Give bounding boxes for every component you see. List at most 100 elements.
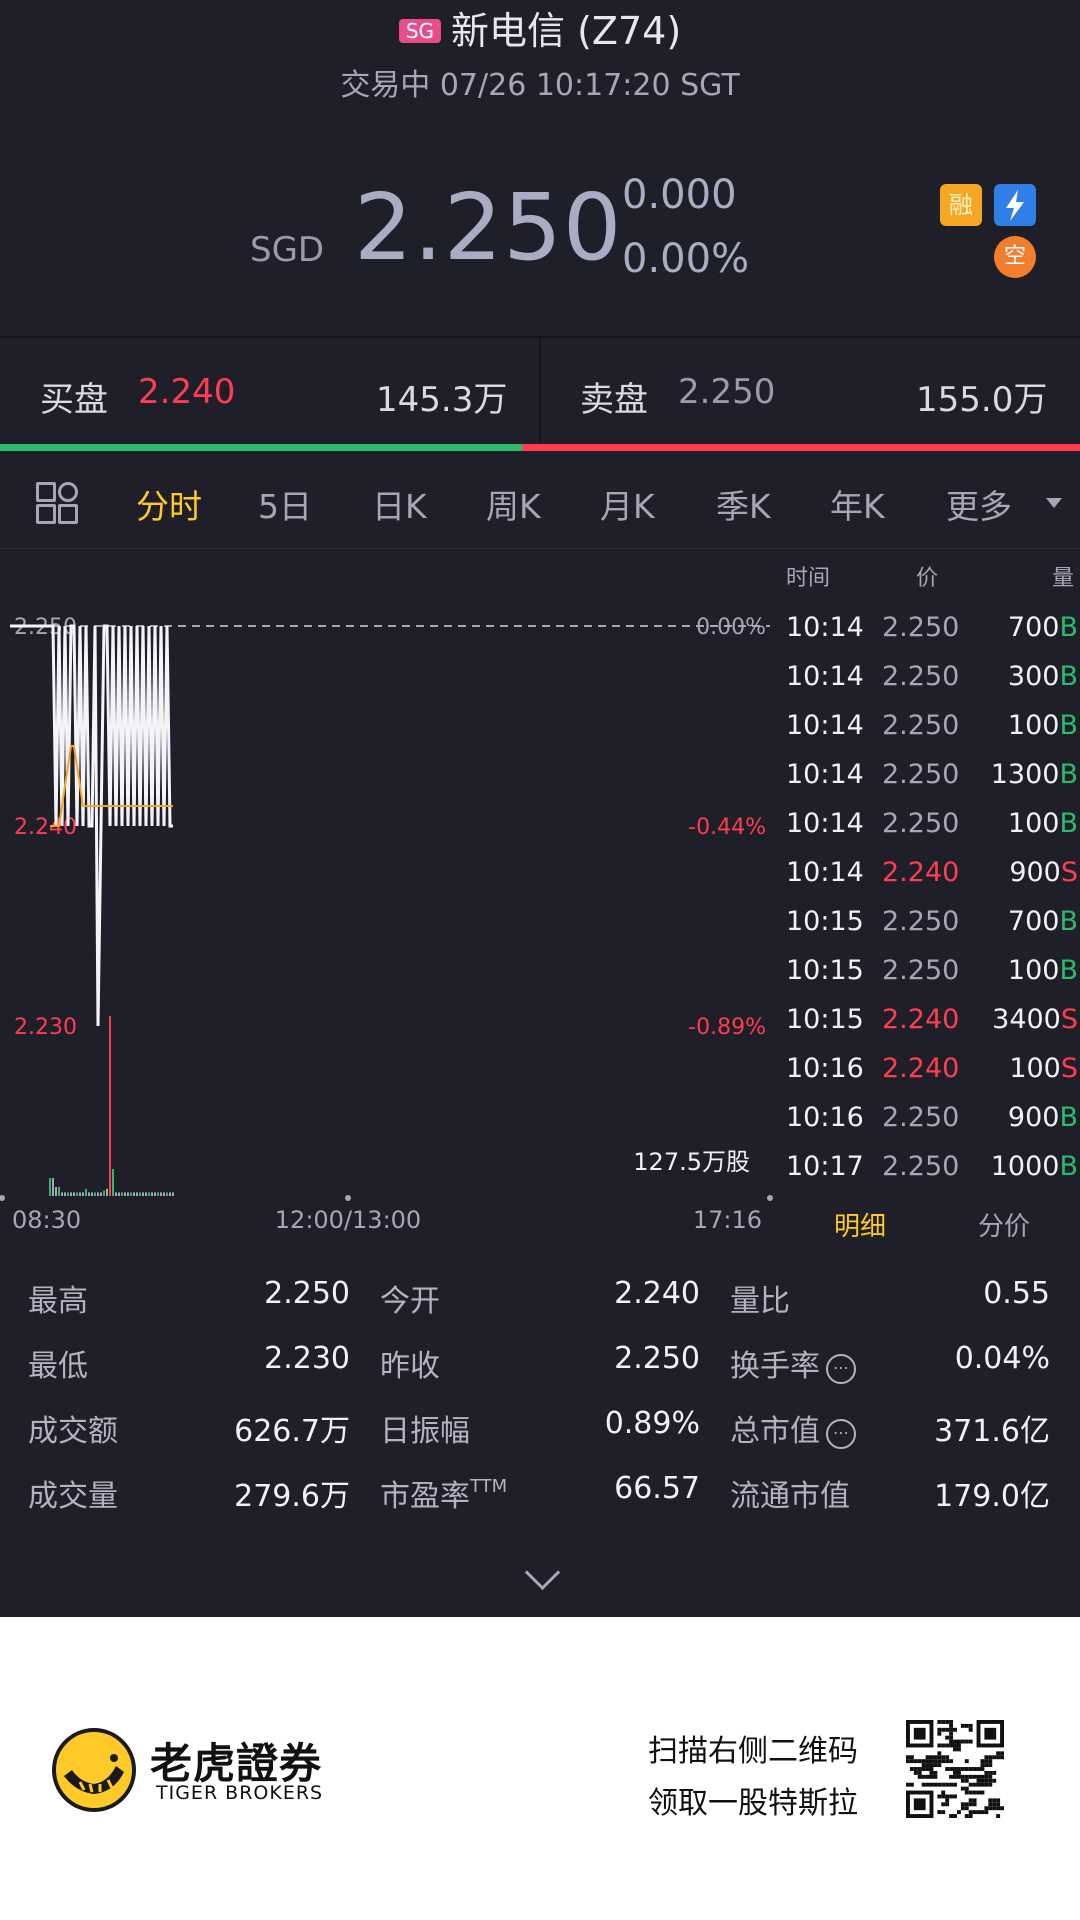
volume-bar: [151, 1192, 153, 1196]
trade-price: 2.240: [882, 857, 960, 888]
qr-module: [984, 1778, 989, 1783]
trade-volume-value: 100: [1007, 710, 1060, 741]
qr-module: [949, 1743, 954, 1748]
stat-label: 流通市值: [730, 1471, 850, 1515]
volume-bar: [160, 1192, 162, 1196]
qr-module: [996, 1755, 1001, 1760]
qr-module: [972, 1767, 977, 1771]
chart-period-tabs: 分时 5日 日K 周K 月K 季K 年K 更多: [0, 452, 1080, 549]
qr-module: [937, 1810, 942, 1815]
tab-yearly-k[interactable]: 年K: [830, 480, 885, 528]
volume-bar: [61, 1192, 63, 1196]
qr-module: [960, 1774, 965, 1779]
dropdown-arrow-icon[interactable]: [1046, 498, 1062, 508]
trade-volume-value: 3400: [992, 1004, 1061, 1035]
stat-value: 179.0亿: [934, 1479, 1050, 1514]
tab-5day[interactable]: 5日: [258, 480, 312, 528]
qr-module: [949, 1727, 954, 1732]
qr-module: [976, 1774, 981, 1779]
expand-chevron-icon[interactable]: [524, 1554, 561, 1591]
grid-icon[interactable]: [36, 482, 78, 524]
volume-bar: [142, 1192, 144, 1196]
trade-time: 10:16: [786, 1102, 864, 1133]
qr-module: [980, 1790, 985, 1795]
x-tick-label: 08:30: [12, 1206, 81, 1234]
qr-module: [937, 1759, 942, 1764]
tab-more[interactable]: 更多: [946, 480, 1012, 528]
trade-side: B: [1059, 906, 1078, 937]
qr-module: [968, 1727, 973, 1732]
flash-icon[interactable]: [994, 184, 1036, 226]
volume-bar: [88, 1192, 90, 1196]
x-axis-marker: [345, 1195, 351, 1201]
trade-volume: 700B: [1008, 612, 1078, 643]
qr-module: [968, 1723, 973, 1728]
info-icon[interactable]: ⋯: [826, 1354, 856, 1384]
info-icon[interactable]: ⋯: [826, 1419, 856, 1449]
ask-price: 2.250: [678, 372, 776, 412]
tab-daily-k[interactable]: 日K: [372, 480, 427, 528]
qr-module: [984, 1770, 989, 1775]
volume-total-label: 127.5万股: [633, 1148, 750, 1176]
stat-label-text: 换手率: [730, 1349, 820, 1384]
qr-module: [945, 1759, 950, 1764]
tab-intraday[interactable]: 分时: [136, 480, 202, 528]
qr-module: [960, 1806, 965, 1811]
trade-side: B: [1059, 808, 1078, 839]
trade-volume-value: 100: [1007, 808, 1060, 839]
trade-time: 10:15: [786, 955, 864, 986]
qr-module: [909, 1759, 914, 1764]
trade-volume: 900S: [1009, 857, 1078, 888]
qr-module: [949, 1767, 954, 1771]
stat-label: 昨收: [380, 1341, 440, 1385]
qr-module: [921, 1767, 926, 1771]
stat-value: 2.250: [264, 1276, 350, 1311]
stat-value: 66.57: [614, 1471, 700, 1506]
stat-label: 日振幅: [380, 1406, 470, 1450]
trade-side: B: [1059, 759, 1078, 790]
qr-module: [953, 1774, 957, 1779]
qr-module: [976, 1810, 981, 1815]
trade-time: 10:14: [786, 857, 864, 888]
qr-module: [933, 1770, 938, 1775]
short-icon[interactable]: 空: [994, 236, 1036, 278]
tab-weekly-k[interactable]: 周K: [486, 480, 541, 528]
qr-module: [929, 1782, 934, 1787]
margin-icon[interactable]: 融: [940, 184, 982, 226]
qr-module: [937, 1751, 942, 1756]
volume-bar: [52, 1178, 54, 1196]
tab-quarterly-k[interactable]: 季K: [716, 480, 771, 528]
qr-module: [937, 1782, 942, 1787]
trade-volume-value: 1300: [990, 759, 1060, 790]
trade-price: 2.250: [882, 612, 960, 643]
divider: [539, 338, 541, 442]
qr-module: [949, 1731, 954, 1736]
qr-module: [996, 1751, 1001, 1756]
qr-code[interactable]: [906, 1720, 1004, 1818]
volume-bar: [91, 1192, 93, 1196]
tab-monthly-k[interactable]: 月K: [600, 480, 655, 528]
tab-trade-detail[interactable]: 明细: [834, 1206, 886, 1243]
qr-module: [980, 1810, 985, 1815]
trade-volume-value: 900: [1007, 1102, 1060, 1133]
trade-volume: 700B: [1008, 906, 1078, 937]
trade-price: 2.250: [882, 955, 960, 986]
qr-module: [949, 1782, 954, 1787]
price-change: 0.000: [622, 172, 737, 218]
qr-module: [964, 1786, 969, 1791]
qr-module: [988, 1755, 993, 1760]
volume-bar: [136, 1192, 138, 1196]
trade-volume-value: 1000: [990, 1151, 1060, 1182]
promo-line-2: 领取一股特斯拉: [648, 1786, 858, 1821]
qr-module: [984, 1782, 989, 1787]
volume-bar: [118, 1192, 120, 1196]
stat-label-text: 流通市值: [730, 1479, 850, 1514]
qr-module: [980, 1759, 985, 1764]
tab-price-distribution[interactable]: 分价: [978, 1206, 1030, 1243]
intraday-chart[interactable]: 2.250 0.00%2.240 -0.44%2.230 -0.89%127.5万股0…: [0, 556, 780, 1236]
trade-side: B: [1059, 955, 1078, 986]
qr-module: [945, 1767, 950, 1771]
trade-price: 2.250: [882, 906, 960, 937]
qr-module: [917, 1770, 922, 1775]
qr-module: [980, 1767, 985, 1771]
